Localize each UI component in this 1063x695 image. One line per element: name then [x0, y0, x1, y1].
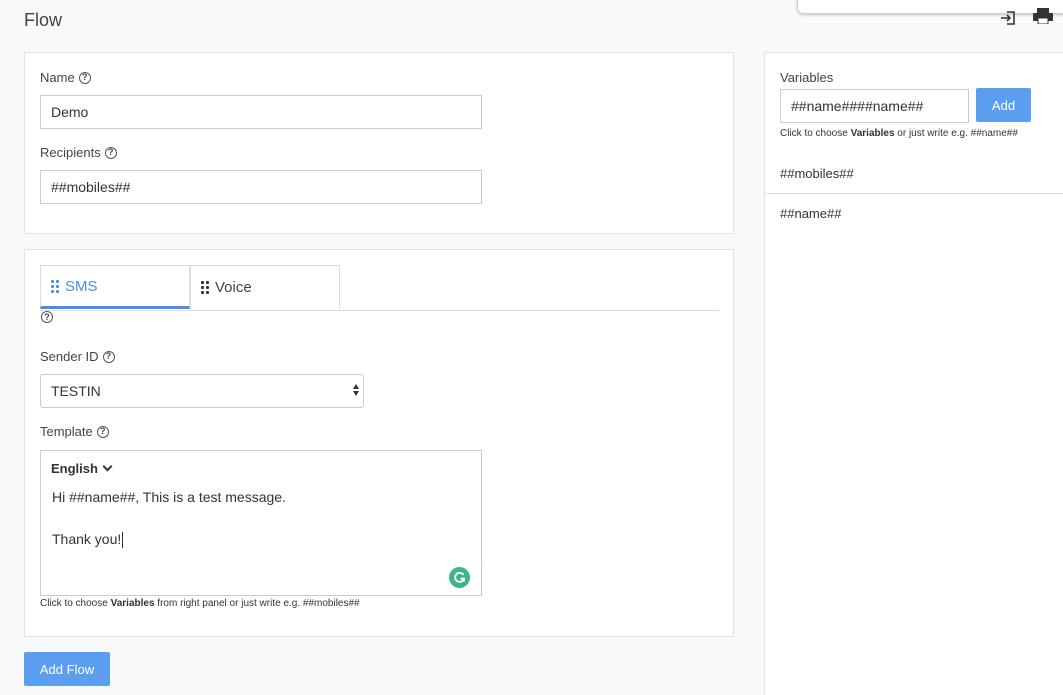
add-variable-button[interactable]: Add [976, 88, 1031, 122]
text-caret [122, 532, 124, 549]
tab-sms-label: SMS [65, 277, 98, 295]
recipients-input[interactable]: ##mobiles## [40, 170, 482, 204]
grammarly-icon[interactable] [449, 567, 470, 588]
print-icon[interactable] [1032, 8, 1054, 24]
chevron-down-icon [102, 461, 113, 472]
sender-id-value: TESTIN [51, 383, 101, 399]
variable-item-mobiles[interactable]: ##mobiles## [780, 166, 854, 181]
tab-voice[interactable]: Voice [190, 265, 340, 309]
popup-panel [797, 0, 1063, 14]
variable-input[interactable]: ##name####name## [780, 89, 969, 123]
message-line-2-text: Thank you! [52, 531, 122, 547]
login-icon[interactable] [1000, 10, 1016, 26]
grip-icon [51, 279, 59, 293]
flow-details-card: Name ? Demo Recipients ? ##mobiles## [24, 52, 734, 234]
grip-icon [201, 281, 209, 294]
message-line-2: Thank you! [52, 531, 124, 549]
name-input-value: Demo [51, 104, 89, 120]
variables-hint: Click to choose Variables or just write … [780, 128, 1018, 139]
variables-hint-suffix: or just write e.g. ##name## [894, 128, 1018, 139]
sender-id-select[interactable]: TESTIN [40, 374, 364, 408]
recipients-input-value: ##mobiles## [51, 179, 131, 195]
help-icon[interactable]: ? [41, 311, 53, 323]
template-editor[interactable]: English Hi ##name##, This is a test mess… [40, 450, 482, 596]
name-input[interactable]: Demo [40, 95, 482, 129]
page-title: Flow [24, 10, 63, 30]
select-arrows-icon [353, 384, 359, 396]
variable-item-name[interactable]: ##name## [780, 206, 841, 221]
variables-hint-prefix: Click to choose [780, 128, 851, 139]
tab-voice-label: Voice [215, 279, 252, 296]
template-hint-suffix: from right panel or just write e.g. ##mo… [154, 598, 360, 609]
add-flow-button[interactable]: Add Flow [24, 652, 110, 686]
help-icon[interactable]: ? [96, 425, 109, 438]
channel-tabs: SMS Voice [40, 265, 719, 311]
variables-hint-bold: Variables [850, 128, 895, 139]
template-hint-prefix: Click to choose [40, 598, 111, 609]
template-hint-bold: Variables [110, 598, 155, 609]
channel-card: SMS Voice ? Sender ID ? TESTIN Template … [24, 249, 734, 637]
sender-id-label-text: Sender ID [40, 349, 99, 364]
variables-panel: Variables ##name####name## Add Click to … [764, 52, 1063, 695]
name-label-text: Name [40, 70, 75, 85]
help-icon[interactable]: ? [78, 71, 91, 84]
variables-title: Variables [780, 70, 834, 85]
language-label: English [51, 461, 98, 476]
template-label: Template ? [40, 424, 109, 439]
recipients-label: Recipients ? [40, 145, 117, 160]
template-label-text: Template [40, 424, 93, 439]
recipients-label-text: Recipients [40, 145, 101, 160]
language-dropdown[interactable]: English [51, 461, 113, 476]
tab-sms[interactable]: SMS [40, 265, 190, 309]
divider [765, 193, 1063, 194]
help-icon[interactable]: ? [102, 350, 115, 363]
help-icon[interactable]: ? [104, 146, 117, 159]
message-line-1: Hi ##name##, This is a test message. [52, 489, 286, 505]
name-label: Name ? [40, 70, 91, 85]
sender-id-label: Sender ID ? [40, 349, 115, 364]
variable-input-value: ##name####name## [791, 98, 924, 114]
template-hint: Click to choose Variables from right pan… [40, 598, 360, 609]
